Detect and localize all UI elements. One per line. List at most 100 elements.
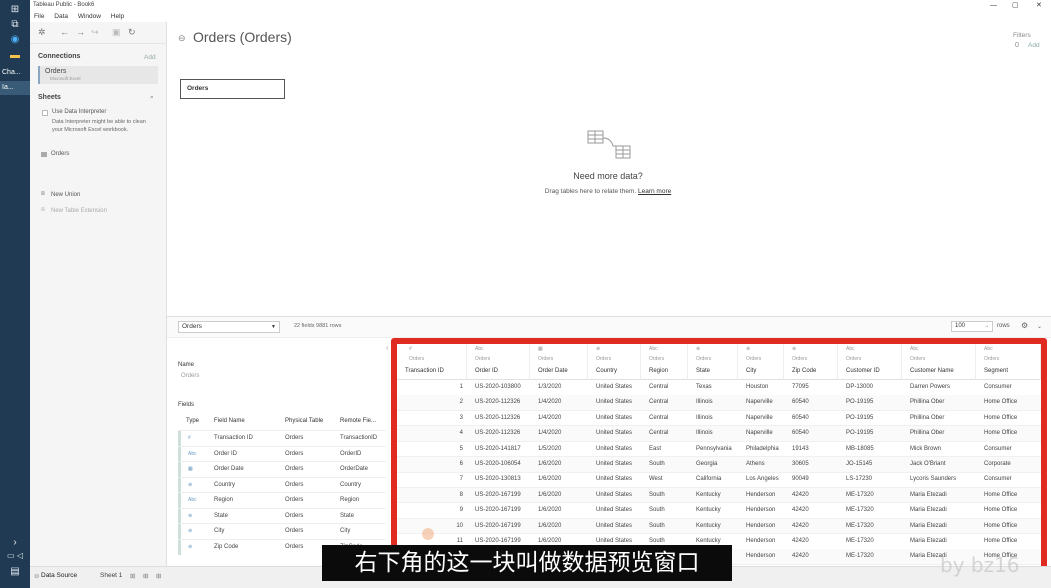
refresh-icon[interactable]: ↻: [128, 27, 136, 38]
fields-label: Fields: [178, 402, 195, 408]
new-dashboard-icon[interactable]: ⊞: [143, 572, 148, 580]
field-type-icon: Abc: [188, 450, 197, 457]
field-type-icon: Abc: [188, 497, 197, 503]
row-selector: [178, 539, 181, 555]
new-worksheet-icon[interactable]: ⊞: [130, 572, 135, 580]
field-name[interactable]: Region: [214, 497, 233, 503]
forward-arrow-icon[interactable]: →: [76, 27, 85, 37]
maximize-button[interactable]: ▢: [1012, 0, 1019, 11]
back-arrow-icon[interactable]: ←: [60, 27, 69, 37]
close-button[interactable]: ✕: [1036, 0, 1042, 11]
field-physical-table: Orders: [285, 481, 304, 488]
field-row[interactable]: # Transaction ID Orders TransactionID: [178, 430, 386, 447]
field-type-icon: ⊕: [188, 528, 193, 534]
name-value: Orders: [181, 373, 200, 379]
row-selector: [178, 477, 181, 493]
row-selector: [178, 508, 181, 524]
field-remote-name: TransactionID: [340, 435, 378, 441]
menu-bar: File Data Window Help: [30, 11, 1051, 22]
field-row[interactable]: ▦ Order Date Orders OrderDate: [178, 461, 386, 478]
field-name[interactable]: Zip Code: [214, 544, 238, 550]
table-select-dropdown[interactable]: Orders ▼: [178, 321, 280, 333]
new-story-icon[interactable]: ⊞: [156, 572, 161, 580]
field-row[interactable]: Abc Region Orders Region: [178, 492, 386, 509]
connections-heading: Connections: [38, 53, 81, 60]
drag-tables-text: Drag tables here to relate them.: [544, 188, 637, 195]
connection-type: Microsoft Excel: [50, 76, 81, 81]
use-interpreter-label[interactable]: Use Data Interpreter: [52, 109, 106, 115]
edge-browser-icon[interactable]: ◉: [0, 32, 30, 48]
column-header-type: Type: [186, 418, 200, 424]
file-explorer-icon[interactable]: ▬: [0, 48, 30, 64]
field-row[interactable]: ⊕ State Orders State: [178, 507, 386, 524]
field-remote-name: Region: [340, 497, 360, 503]
field-name[interactable]: Transaction ID: [214, 435, 253, 441]
collapse-arrow-icon[interactable]: ‹: [386, 345, 388, 352]
rows-count-value: 100: [955, 323, 966, 329]
taskbar-app-tableau[interactable]: Ia...: [0, 81, 30, 95]
field-physical-table: Orders: [285, 543, 304, 550]
field-remote-name: State: [340, 512, 355, 519]
field-name[interactable]: Order ID: [214, 451, 237, 457]
connection-item[interactable]: Orders Microsoft Excel: [38, 66, 158, 84]
field-physical-table: Orders: [285, 528, 304, 534]
redo-icon[interactable]: ↪: [91, 27, 99, 38]
learn-more-link[interactable]: Learn more: [638, 188, 671, 195]
menu-file[interactable]: File: [34, 13, 44, 20]
name-label: Name: [178, 362, 195, 368]
save-icon[interactable]: ▣: [112, 27, 121, 38]
connection-name: Orders: [45, 68, 67, 75]
row-selector: [178, 446, 181, 462]
field-type-icon: ⊕: [188, 481, 193, 488]
field-physical-table: Orders: [285, 512, 304, 519]
new-union-item[interactable]: New Union: [51, 192, 80, 198]
search-icon[interactable]: ⌕: [150, 94, 154, 102]
field-name[interactable]: Order Date: [214, 466, 244, 472]
field-remote-name: Country: [340, 481, 362, 488]
field-type-icon: ▦: [188, 466, 193, 472]
add-connection-link[interactable]: Add: [144, 54, 156, 61]
mouse-cursor: [422, 528, 434, 540]
window-title: Tableau Public - Book6: [33, 2, 95, 8]
field-physical-table: Orders: [285, 466, 304, 472]
use-interpreter-checkbox[interactable]: [42, 110, 48, 116]
field-physical-table: Orders: [285, 497, 304, 503]
notification-icon[interactable]: ▤: [0, 564, 30, 580]
taskbar-app-chat[interactable]: Cha...: [0, 66, 30, 80]
field-row[interactable]: ⊕ Country Orders Country: [178, 476, 386, 493]
canvas-table-orders[interactable]: Orders: [180, 79, 285, 99]
field-name[interactable]: City: [214, 528, 224, 534]
minimize-button[interactable]: —: [990, 0, 997, 11]
menu-help[interactable]: Help: [111, 13, 124, 20]
field-name[interactable]: State: [214, 513, 228, 519]
sheet-item-orders[interactable]: Orders: [51, 151, 69, 157]
task-view-icon[interactable]: ⧉: [0, 17, 30, 33]
field-row[interactable]: ⊕ City Orders City: [178, 523, 386, 540]
tab-sheet1[interactable]: Sheet 1: [100, 572, 122, 579]
menu-data[interactable]: Data: [54, 13, 68, 20]
tab-data-source[interactable]: Data Source: [41, 572, 77, 579]
tableau-logo-icon[interactable]: ✲: [38, 27, 46, 38]
gear-icon[interactable]: ⚙: [1021, 321, 1028, 330]
field-row[interactable]: Abc Order ID Orders OrderID: [178, 445, 386, 462]
add-filter-link[interactable]: Add: [1028, 42, 1040, 49]
page-title[interactable]: Orders (Orders): [193, 29, 292, 45]
title-bar: Tableau Public - Book6: [30, 0, 1051, 11]
sheet-table-icon: [41, 152, 47, 157]
table-select-value: Orders: [182, 323, 202, 330]
row-selector: [178, 493, 181, 509]
windows-taskbar: ⊞ ⧉ ◉ ▬ Cha... Ia... › ▭ ◁ ▤: [0, 0, 30, 588]
chevron-down-icon[interactable]: ⌄: [1037, 323, 1042, 330]
network-volume-icon[interactable]: ▭ ◁: [0, 548, 30, 564]
data-source-left-panel: ✲ ← → ↪ ▣ ↻ Connections Add Orders Micro…: [30, 22, 167, 566]
field-physical-table: Orders: [285, 435, 304, 441]
union-icon: ⧈: [41, 191, 45, 197]
rows-count-input[interactable]: 100 →: [951, 321, 993, 332]
column-header-physical-table: Physical Table: [285, 418, 324, 424]
menu-window[interactable]: Window: [78, 13, 101, 20]
datasource-tab-icon: ⊖: [34, 573, 40, 580]
field-name[interactable]: Country: [214, 482, 235, 488]
new-table-extension-item[interactable]: New Table Extension: [51, 208, 107, 214]
relate-tables-icon: [587, 130, 631, 159]
windows-start-icon[interactable]: ⊞: [0, 2, 30, 18]
